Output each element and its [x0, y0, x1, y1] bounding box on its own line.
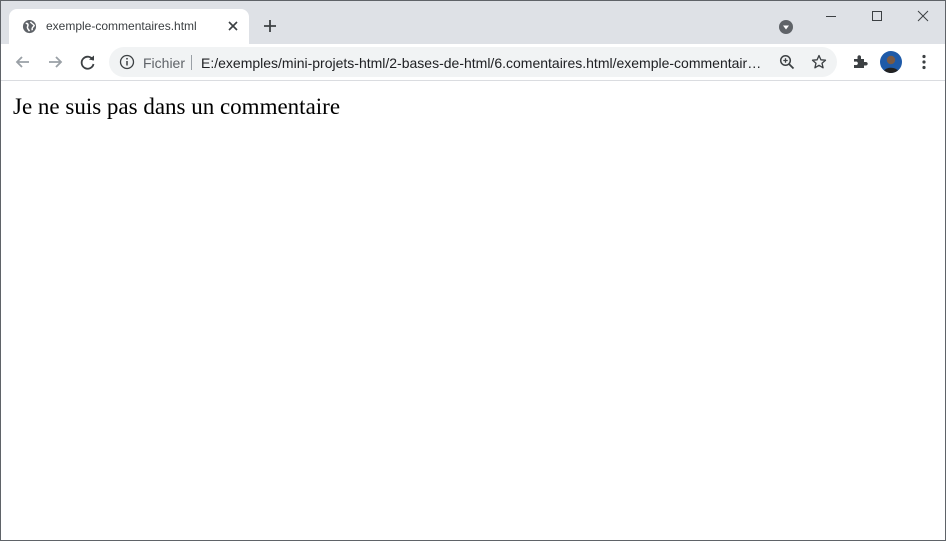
browser-window: exemple-commentaires.html Fichier E:/exe… — [0, 0, 946, 541]
page-content: Je ne suis pas dans un commentaire — [1, 81, 945, 540]
close-icon[interactable] — [225, 18, 241, 34]
info-icon[interactable] — [119, 54, 135, 70]
tab-strip: exemple-commentaires.html — [1, 1, 945, 44]
arrow-right-icon[interactable] — [45, 52, 65, 72]
maximize-icon[interactable] — [867, 6, 887, 26]
arrow-left-icon[interactable] — [13, 52, 33, 72]
tab-title: exemple-commentaires.html — [46, 19, 197, 33]
zoom-icon[interactable] — [779, 54, 795, 70]
puzzle-icon[interactable] — [850, 52, 870, 72]
avatar[interactable] — [880, 51, 902, 73]
minimize-icon[interactable] — [821, 6, 841, 26]
omnibox-divider — [191, 55, 192, 70]
close-icon[interactable] — [913, 6, 933, 26]
security-chip-label[interactable]: Fichier — [143, 55, 185, 71]
address-bar[interactable]: Fichier E:/exemples/mini-projets-html/2-… — [109, 47, 837, 77]
url-text[interactable]: E:/exemples/mini-projets-html/2-bases-de… — [201, 55, 767, 71]
tab-active[interactable]: exemple-commentaires.html — [9, 9, 249, 44]
globe-icon — [22, 19, 37, 34]
star-icon[interactable] — [811, 54, 827, 70]
chevron-down-circle-icon[interactable] — [778, 19, 794, 35]
page-text: Je ne suis pas dans un commentaire — [13, 94, 341, 119]
plus-icon[interactable] — [262, 18, 278, 34]
kebab-menu-icon[interactable] — [914, 52, 934, 72]
toolbar: Fichier E:/exemples/mini-projets-html/2-… — [1, 44, 945, 81]
reload-icon[interactable] — [78, 52, 98, 72]
